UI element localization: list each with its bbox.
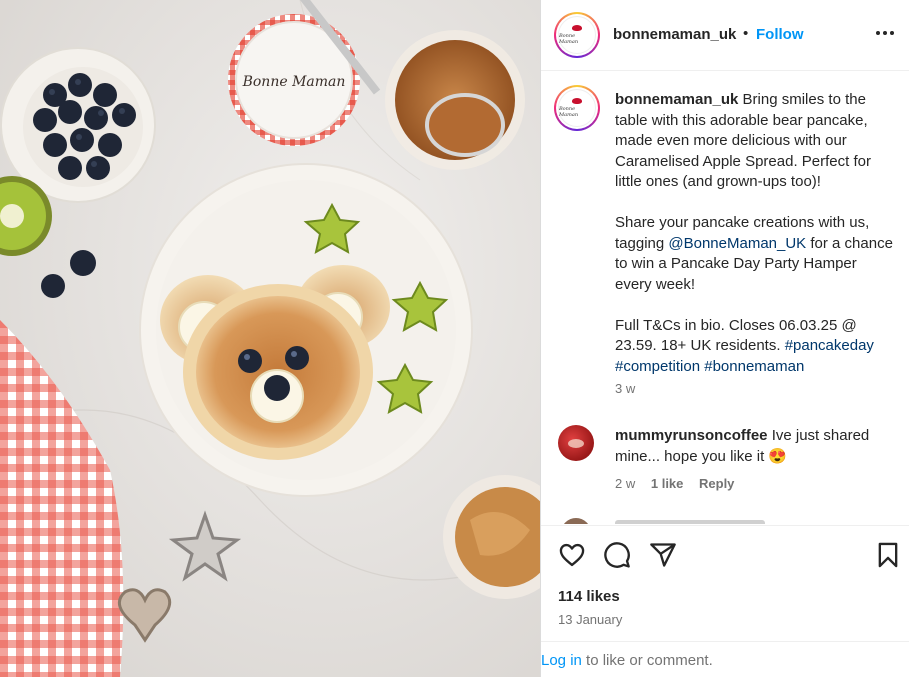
brand-logo-icon: Bonne Maman	[558, 89, 596, 127]
caption-avatar[interactable]: Bonne Maman	[554, 85, 600, 131]
hashtag-link[interactable]: #pancakeday	[785, 337, 874, 354]
bookmark-icon[interactable]	[874, 541, 902, 569]
mention-link[interactable]: @BonneMaman_UK	[668, 235, 806, 252]
comment-likes[interactable]: 1 like	[651, 476, 684, 491]
username-link[interactable]: bonnemaman_uk	[613, 26, 736, 43]
share-icon[interactable]	[649, 541, 677, 569]
hashtag-link[interactable]: #competition	[615, 358, 700, 375]
heart-icon[interactable]	[558, 541, 586, 569]
brand-logo-icon: Bonne Maman	[558, 16, 596, 54]
lid-logo: Bonne Maman	[242, 74, 346, 90]
post-caption: bonnemaman_uk Bring smiles to the table …	[615, 91, 893, 375]
commenter-username[interactable]: mummyrunsoncoffee	[615, 427, 768, 444]
post-panel: Bonne Maman bonnemaman_uk • Follow Bonne…	[540, 0, 909, 677]
comment-meta: 2 w 1 like Reply	[615, 476, 746, 491]
login-link[interactable]: Log in	[541, 652, 582, 669]
commenter-avatar[interactable]	[561, 518, 591, 524]
clipped-comment	[615, 520, 765, 524]
login-prompt-text: to like or comment.	[581, 652, 713, 669]
separator-dot: •	[743, 25, 749, 42]
caption-timestamp[interactable]: 3 w	[615, 381, 635, 396]
avatar[interactable]: Bonne Maman	[554, 12, 600, 58]
action-bar: 114 likes 13 January Log in to like or c…	[541, 525, 909, 677]
comment-icon[interactable]	[603, 541, 631, 569]
comments-section[interactable]: Bonne Maman bonnemaman_uk Bring smiles t…	[541, 72, 909, 524]
commenter-avatar[interactable]	[558, 425, 594, 461]
comment-item: mummyrunsoncoffee Ive just shared mine..…	[615, 426, 895, 467]
more-icon[interactable]	[874, 22, 896, 44]
follow-button[interactable]: Follow	[756, 26, 804, 43]
hashtag-link[interactable]: #bonnemaman	[704, 358, 804, 375]
login-prompt: Log in to like or comment.	[541, 641, 909, 677]
pancake-photo: Bonne Maman	[0, 0, 540, 677]
comment-time[interactable]: 2 w	[615, 476, 635, 491]
caption-username[interactable]: bonnemaman_uk	[615, 91, 738, 108]
reply-button[interactable]: Reply	[699, 476, 734, 491]
likes-count[interactable]: 114 likes	[558, 588, 620, 605]
post-date[interactable]: 13 January	[558, 612, 622, 627]
post-header: Bonne Maman bonnemaman_uk • Follow	[541, 0, 909, 71]
post-photo[interactable]: Bonne Maman	[0, 0, 540, 677]
